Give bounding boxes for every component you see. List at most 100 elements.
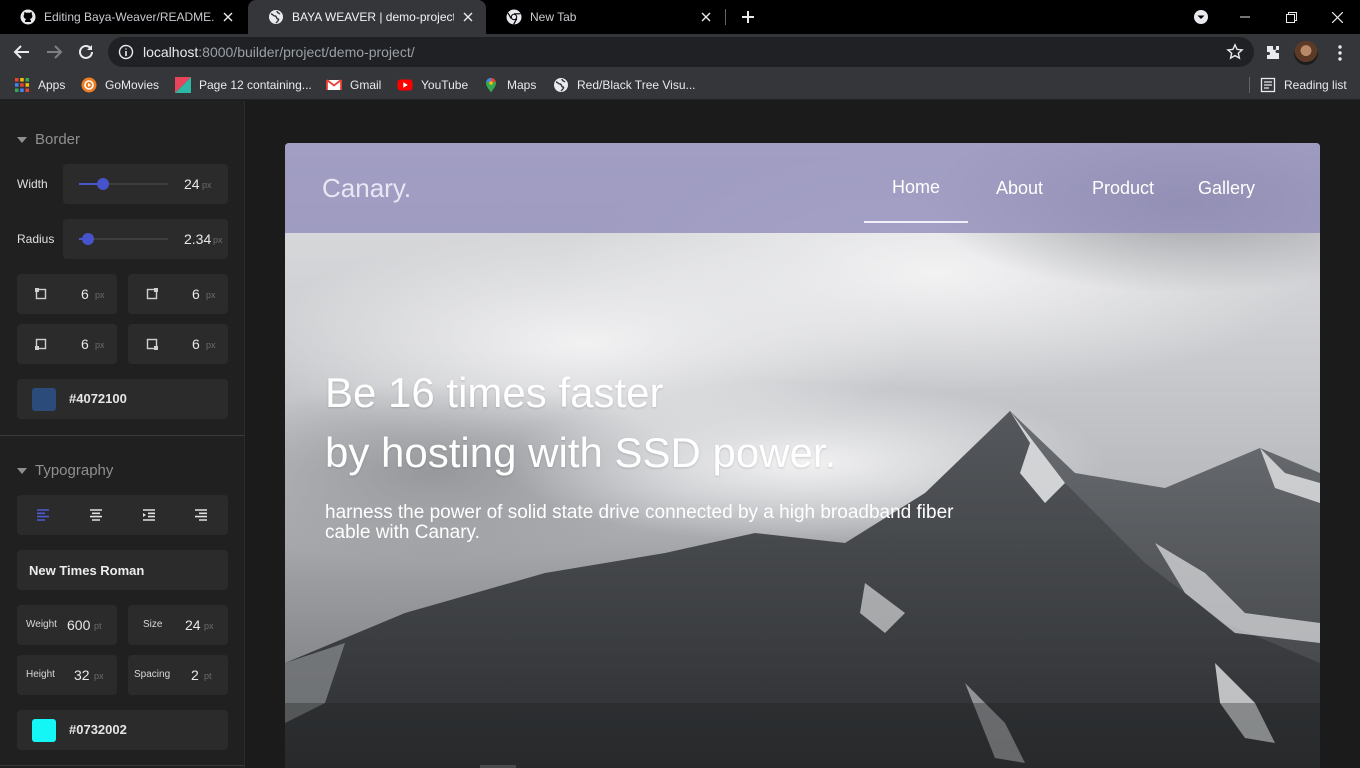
reading-list-icon [1260,77,1276,93]
browser-menu-button[interactable] [1330,42,1350,64]
close-tab-icon[interactable] [698,9,714,25]
info-icon[interactable] [118,44,134,60]
url-path: :8000/builder/project/demo-project/ [198,44,415,60]
globe-icon [269,10,283,24]
new-tab-button[interactable] [737,6,759,28]
back-button[interactable] [8,38,36,66]
font-size-input[interactable]: Size 24 px [128,605,228,645]
nav-link-product[interactable]: Product [1092,178,1154,199]
address-bar[interactable]: localhost:8000/builder/project/demo-proj… [108,37,1254,67]
bookmark-gmail[interactable]: Gmail [326,75,381,95]
slider-thumb[interactable] [81,233,94,245]
extensions-icon[interactable] [1263,43,1283,63]
text-color-swatch[interactable] [32,719,56,742]
reload-button[interactable] [72,38,100,66]
star-icon[interactable] [1226,43,1244,61]
border-width-control: 24 px [63,164,228,204]
bookmark-youtube[interactable]: YouTube [397,75,468,95]
font-weight-label: Weight [26,619,57,630]
bookmark-label: Maps [507,78,537,92]
tab-search-button[interactable] [1178,0,1224,34]
text-align-group [17,495,228,535]
line-height-label: Height [26,669,55,680]
corner-bottom-left-input[interactable]: 6 px [17,324,117,364]
bookmark-label: YouTube [421,78,469,92]
font-family-value: New Times Roman [29,563,145,578]
border-width-slider[interactable] [79,178,168,190]
hero-subheadline[interactable]: harness the power of solid state drive c… [325,503,965,543]
hero-headline-line-2[interactable]: by hosting with SSD power. [325,429,836,477]
minimize-icon [1240,16,1250,18]
site-brand-logo[interactable]: Canary. [322,173,411,204]
restore-button[interactable] [1268,0,1314,34]
border-radius-label: Radius [17,232,55,246]
forward-button[interactable] [40,38,68,66]
profile-avatar[interactable] [1294,41,1318,65]
bookmark-label: GoMovies [105,78,160,92]
bookmark-apps[interactable]: Apps [14,75,65,95]
url-host: localhost [143,44,199,60]
border-color-swatch[interactable] [32,388,56,411]
corner-top-left-icon [35,288,47,300]
close-icon [1331,11,1343,23]
page-icon [175,77,191,93]
corner-top-right-input[interactable]: 6 px [128,274,228,314]
font-weight-input[interactable]: Weight 600 pt [17,605,117,645]
corner-value: 6 [81,286,89,302]
border-width-value[interactable]: 24 [184,176,200,192]
border-color-picker[interactable]: #4072100 [17,379,228,419]
corner-value: 6 [81,336,89,352]
minimize-button[interactable] [1222,0,1268,34]
close-tab-icon[interactable] [460,9,476,25]
text-color-hex: #0732002 [69,722,127,737]
nav-link-gallery[interactable]: Gallery [1198,178,1255,199]
line-height-input[interactable]: Height 32 px [17,655,117,695]
border-section-header[interactable]: Border [17,131,80,148]
close-window-button[interactable] [1314,0,1360,34]
letter-spacing-value: 2 [191,667,199,683]
nav-link-about[interactable]: About [996,178,1043,199]
corner-value: 6 [192,336,200,352]
close-tab-icon[interactable] [220,9,236,25]
bookmark-gomovies[interactable]: GoMovies [81,75,159,95]
bookmark-label: Page 12 containing... [199,78,312,92]
font-weight-value: 600 [67,617,91,633]
font-family-select[interactable]: New Times Roman [17,550,228,590]
arrow-right-icon [47,45,63,59]
line-height-unit: px [94,671,104,681]
tab-baya-weaver[interactable]: BAYA WEAVER | demo-project [248,0,486,34]
align-right-icon[interactable] [194,508,208,522]
site-preview[interactable]: Canary. Home About Product Gallery Be 16… [285,143,1320,768]
border-width-unit: px [202,180,212,190]
align-indent-icon[interactable] [142,508,156,522]
globe-icon [554,78,568,92]
tab-new-tab[interactable]: New Tab [486,0,724,34]
border-radius-value[interactable]: 2.34 [184,231,211,247]
bookmark-rbtree[interactable]: Red/Black Tree Visu... [553,75,696,95]
gomovies-icon [81,77,97,93]
corner-bottom-right-input[interactable]: 6 px [128,324,228,364]
tab-github-readme[interactable]: Editing Baya-Weaver/README.m [0,0,246,34]
youtube-icon [397,79,413,91]
align-left-icon[interactable] [36,508,50,522]
corner-unit: px [206,290,216,300]
corner-value: 6 [192,286,200,302]
url-text[interactable]: localhost:8000/builder/project/demo-proj… [143,44,415,60]
corner-top-left-input[interactable]: 6 px [17,274,117,314]
corner-top-right-icon [146,288,158,300]
chrome-icon [506,9,522,25]
text-color-picker[interactable]: #0732002 [17,710,228,750]
plus-icon [742,11,754,23]
nav-link-home[interactable]: Home [892,177,940,198]
slider-thumb[interactable] [97,178,110,190]
border-radius-slider[interactable] [79,233,168,245]
bookmark-page12[interactable]: Page 12 containing... [175,75,312,95]
font-size-value: 24 [185,617,201,633]
bookmark-maps[interactable]: Maps [483,75,536,95]
letter-spacing-input[interactable]: Spacing 2 pt [128,655,228,695]
reading-list-button[interactable]: Reading list [1260,75,1347,95]
align-center-icon[interactable] [89,508,103,522]
hero-headline-line-1[interactable]: Be 16 times faster [325,369,663,417]
typography-section-header[interactable]: Typography [17,462,113,479]
section-divider [0,435,244,436]
